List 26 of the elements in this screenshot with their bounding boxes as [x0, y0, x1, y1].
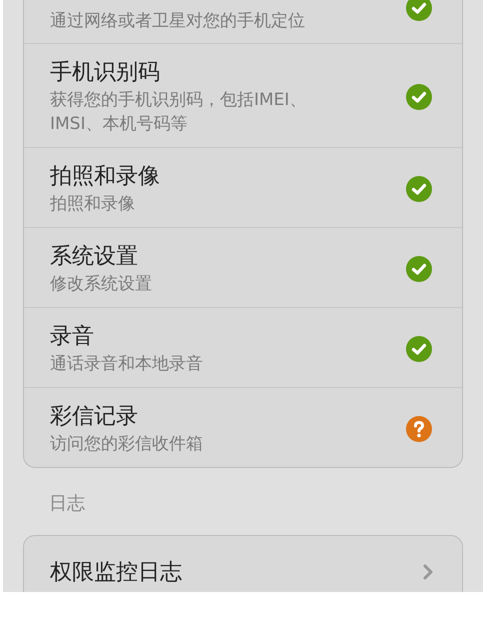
- check-icon: [406, 256, 432, 282]
- permission-description: 通过网络或者卫星对您的手机定位: [50, 10, 306, 33]
- permission-description: 访问您的彩信收件箱: [50, 433, 204, 456]
- log-row[interactable]: 权限监控日志: [24, 536, 462, 592]
- permission-row[interactable]: 系统设置 修改系统设置: [24, 227, 462, 307]
- permission-description: 获得您的手机识别码，包括IMEI、IMSI、本机号码等: [50, 89, 308, 136]
- chevron-icon: [422, 563, 434, 581]
- check-icon: [406, 0, 432, 21]
- permission-title: 彩信记录: [50, 403, 139, 431]
- permission-title: 录音: [50, 323, 95, 351]
- permission-description: 通话录音和本地录音: [50, 353, 204, 376]
- permission-description: 修改系统设置: [50, 273, 153, 296]
- permission-title: 手机识别码: [50, 59, 161, 87]
- log-title: 权限监控日志: [50, 559, 182, 587]
- question-icon: [406, 416, 432, 442]
- permission-row[interactable]: 录音 通话录音和本地录音: [24, 307, 462, 387]
- check-icon: [406, 176, 432, 202]
- permission-row[interactable]: 拍照和录像 拍照和录像: [24, 147, 462, 227]
- permission-title: 系统设置: [50, 243, 139, 271]
- section-label: 日志: [49, 492, 86, 516]
- permission-row[interactable]: 手机识别码 获得您的手机识别码，包括IMEI、IMSI、本机号码等: [24, 43, 462, 147]
- permission-description: 拍照和录像: [50, 193, 136, 216]
- permission-title: 拍照和录像: [50, 163, 161, 191]
- permission-row[interactable]: 彩信记录 访问您的彩信收件箱: [24, 387, 462, 467]
- check-icon: [406, 84, 432, 110]
- check-icon: [406, 336, 432, 362]
